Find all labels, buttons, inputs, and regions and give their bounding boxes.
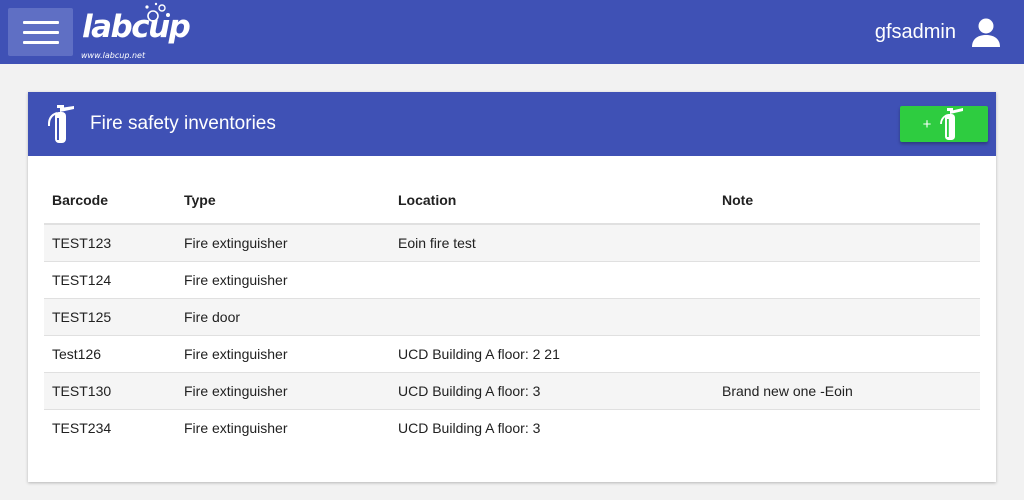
cell-location — [390, 261, 714, 299]
add-inventory-button[interactable]: + — [900, 106, 988, 142]
cell-note — [714, 261, 980, 299]
cell-location: UCD Building A floor: 3 — [390, 372, 714, 410]
user-menu[interactable]: gfsadmin — [875, 16, 1002, 48]
column-header-type[interactable]: Type — [176, 176, 390, 225]
cell-note — [714, 409, 980, 446]
inventory-card: Fire safety inventories + Barcode Type L… — [28, 92, 996, 482]
cell-note — [714, 224, 980, 262]
column-header-note[interactable]: Note — [714, 176, 980, 225]
cell-type: Fire extinguisher — [176, 372, 390, 410]
cell-barcode: Test126 — [44, 335, 176, 373]
cell-type: Fire extinguisher — [184, 419, 288, 436]
cell-type: Fire extinguisher — [176, 224, 390, 262]
add-button-label: + — [922, 115, 932, 133]
inventory-table: Barcode Type Location Note TEST123 Fire … — [44, 176, 980, 446]
cell-type: Fire extinguisher — [176, 335, 390, 373]
column-header-location[interactable]: Location — [390, 176, 714, 225]
cell-note — [714, 298, 980, 336]
table-row[interactable]: TEST124 Fire extinguisher — [44, 261, 980, 299]
cell-barcode: TEST234 — [52, 419, 112, 436]
labcup-logo[interactable]: labcup www.labcup.net — [80, 2, 191, 64]
cell-barcode: TEST124 — [44, 261, 176, 299]
table-row[interactable]: TEST123 Fire extinguisher Eoin fire test — [44, 224, 980, 262]
logo-url: www.labcup.net — [81, 51, 146, 60]
table-row[interactable]: TEST234 Fire extinguisher UCD Building A… — [44, 409, 980, 446]
menu-button[interactable] — [8, 8, 73, 56]
cell-location: Eoin fire test — [390, 224, 714, 262]
user-icon[interactable] — [970, 16, 1002, 48]
cell-location: UCD Building A floor: 2 21 — [390, 335, 714, 373]
table-row[interactable]: TEST130 Fire extinguisher UCD Building A… — [44, 372, 980, 410]
table-header-row: Barcode Type Location Note — [44, 176, 980, 225]
table-row[interactable]: TEST125 Fire door — [44, 298, 980, 336]
hamburger-menu-icon — [22, 20, 59, 24]
cell-barcode: TEST123 — [44, 224, 176, 262]
card-title: Fire safety inventories — [90, 113, 276, 134]
cell-note: Brand new one -Eoin — [714, 372, 980, 410]
fire-extinguisher-icon — [48, 105, 74, 143]
cell-barcode: TEST125 — [44, 298, 176, 336]
cell-location — [390, 298, 714, 336]
top-app-bar: labcup www.labcup.net gfsadmin — [0, 0, 1024, 64]
cell-location: UCD Building A floor: 3 — [398, 419, 541, 436]
table-row[interactable]: Test126 Fire extinguisher UCD Building A… — [44, 335, 980, 373]
cell-barcode: TEST130 — [44, 372, 176, 410]
cell-type: Fire extinguisher — [176, 261, 390, 299]
cell-note — [714, 335, 980, 373]
fire-extinguisher-icon — [940, 108, 964, 140]
logo-wordmark: labcup — [82, 9, 191, 45]
card-header: Fire safety inventories + — [28, 92, 996, 156]
column-header-barcode[interactable]: Barcode — [44, 176, 176, 225]
cell-type: Fire door — [176, 298, 390, 336]
username: gfsadmin — [874, 21, 956, 43]
